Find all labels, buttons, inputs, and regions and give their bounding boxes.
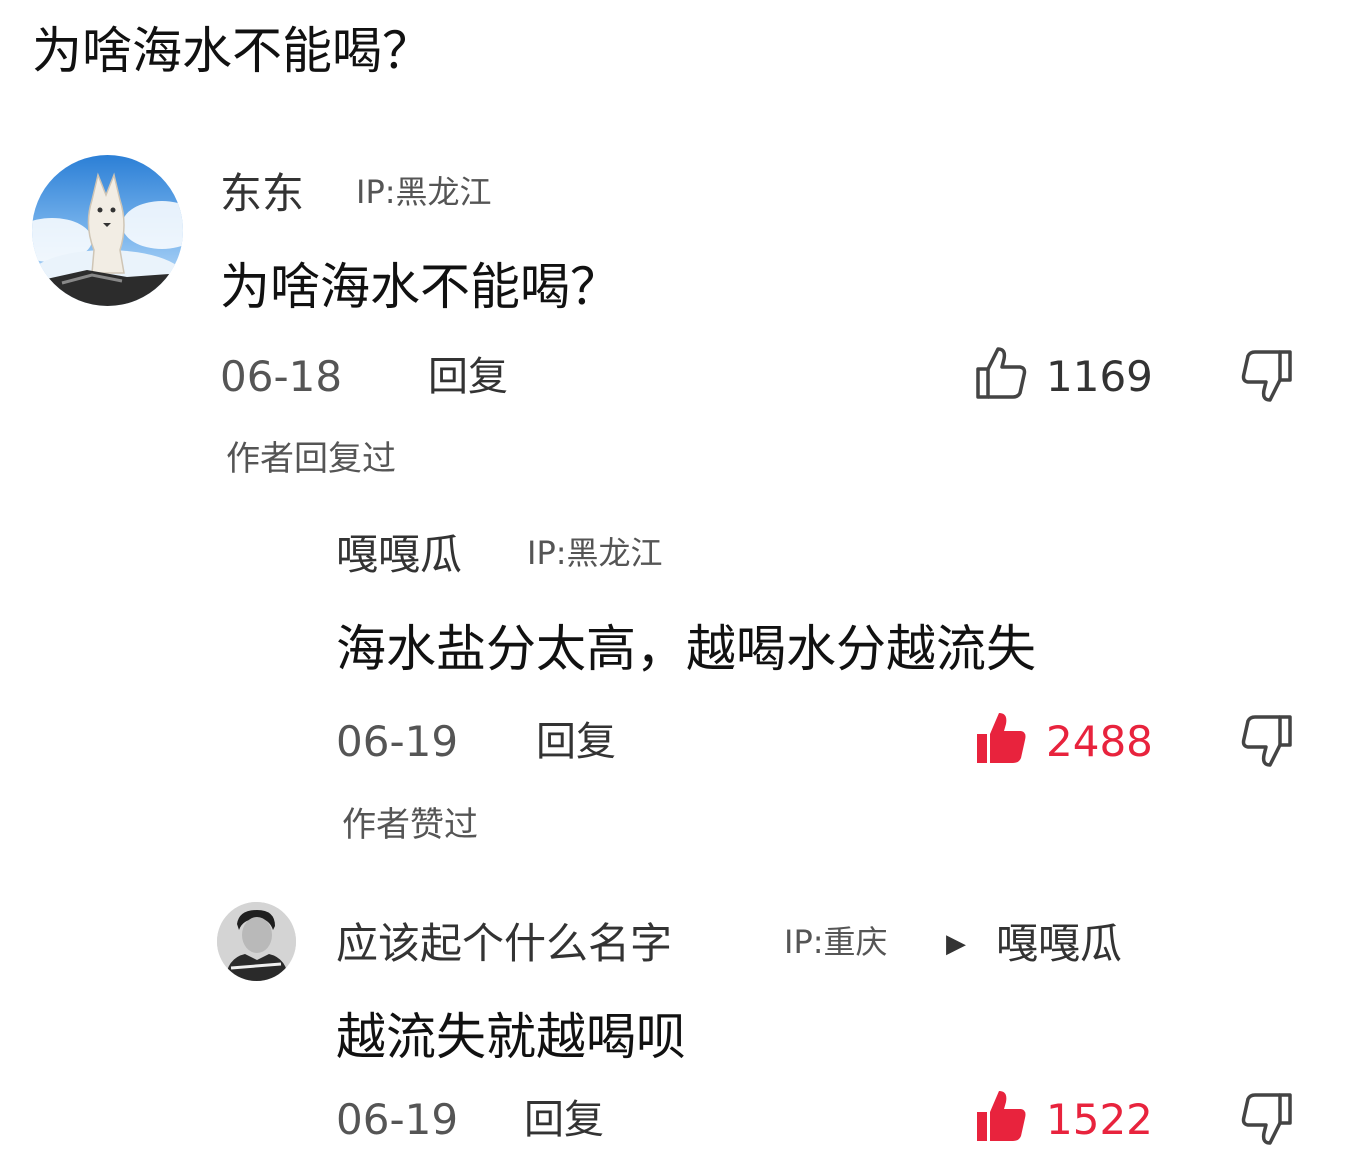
author-replied-note[interactable]: 作者回复过 bbox=[226, 433, 396, 485]
thumbs-down-icon[interactable] bbox=[1240, 348, 1294, 404]
wolf-avatar-image bbox=[32, 155, 183, 306]
ip-location: IP:黑龙江 bbox=[356, 173, 492, 211]
comment-content: 为啥海水不能喝？ bbox=[220, 258, 620, 316]
comment-content: 越流失就越喝呗 bbox=[336, 1008, 686, 1066]
comment-content: 海水盐分太高，越喝水分越流失 bbox=[336, 620, 1036, 678]
comment-date: 06-19 bbox=[336, 1095, 459, 1144]
avatar[interactable] bbox=[32, 155, 183, 306]
username[interactable]: 嘎嘎瓜 bbox=[336, 525, 462, 585]
author-liked-note: 作者赞过 bbox=[342, 805, 478, 845]
reply-button[interactable]: 回复 bbox=[536, 712, 616, 772]
username[interactable]: 东东 bbox=[220, 164, 304, 224]
thumbs-down-icon[interactable] bbox=[1240, 713, 1294, 769]
thumbs-up-icon[interactable] bbox=[974, 710, 1028, 766]
ip-location: IP:重庆 bbox=[784, 923, 888, 961]
like-count: 2488 bbox=[1046, 717, 1153, 766]
comment-date: 06-18 bbox=[220, 352, 343, 401]
play-arrow-icon: ▶ bbox=[946, 929, 966, 959]
ip-location: IP:黑龙江 bbox=[527, 534, 663, 572]
thumbs-up-icon[interactable] bbox=[974, 345, 1028, 401]
like-count: 1169 bbox=[1046, 352, 1153, 401]
reply-button[interactable]: 回复 bbox=[428, 347, 508, 407]
thumbs-down-icon[interactable] bbox=[1240, 1091, 1294, 1147]
like-count: 1522 bbox=[1046, 1095, 1153, 1144]
thumbs-up-icon[interactable] bbox=[974, 1088, 1028, 1144]
page-title: 为啥海水不能喝？ bbox=[32, 22, 432, 80]
avatar[interactable] bbox=[217, 902, 296, 981]
username[interactable]: 应该起个什么名字 bbox=[336, 914, 672, 974]
reply-button[interactable]: 回复 bbox=[524, 1090, 604, 1150]
reply-to-username[interactable]: 嘎嘎瓜 bbox=[996, 914, 1122, 974]
comment-date: 06-19 bbox=[336, 717, 459, 766]
person-avatar-image bbox=[217, 902, 296, 981]
